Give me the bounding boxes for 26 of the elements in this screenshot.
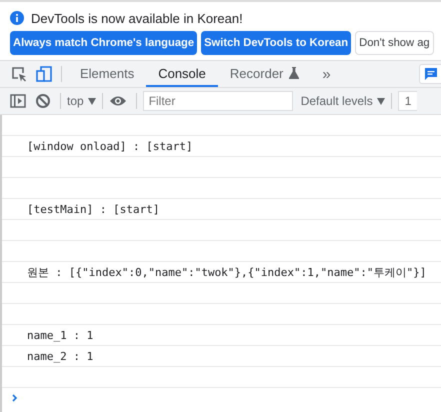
more-tabs-button[interactable]: » [312,66,341,82]
chat-icon [424,67,438,81]
caret-icon [376,98,385,104]
console-message: [testMain] : [start] [27,202,160,216]
tab[interactable]: Recorder [218,61,312,87]
info-icon [10,11,24,25]
issues-counter[interactable]: 1 [398,91,418,111]
sidebar-toggle-icon[interactable] [10,93,26,109]
console-message: [window onload] : [start] [27,140,193,152]
infobar-button[interactable]: Don't show ag [355,31,434,55]
device-icon[interactable] [36,66,52,82]
inspect-icon[interactable] [11,66,27,82]
filter-field[interactable]: Filter [142,91,293,111]
infobar-button[interactable]: Always match Chrome's language [10,31,198,55]
levels-dropdown[interactable]: Default levels [300,94,385,108]
console-message: name_1 : 1 [27,328,94,342]
issues-button[interactable] [419,64,441,84]
prompt-chevron-icon [12,394,18,402]
infobar-message: DevTools is now available in Korean! [31,10,243,26]
caret-icon [88,98,96,104]
clear-icon[interactable] [35,93,51,109]
console-message: name_2 : 1 [27,350,94,362]
console-message: 원본 : [{"index":0,"name":"twok"},{"index":1,"name":"투케이"}] [27,264,426,280]
infobar-button[interactable]: Switch DevTools to Korean [201,31,352,55]
context-dropdown[interactable]: top [67,94,96,108]
tab[interactable]: Elements [68,61,146,87]
